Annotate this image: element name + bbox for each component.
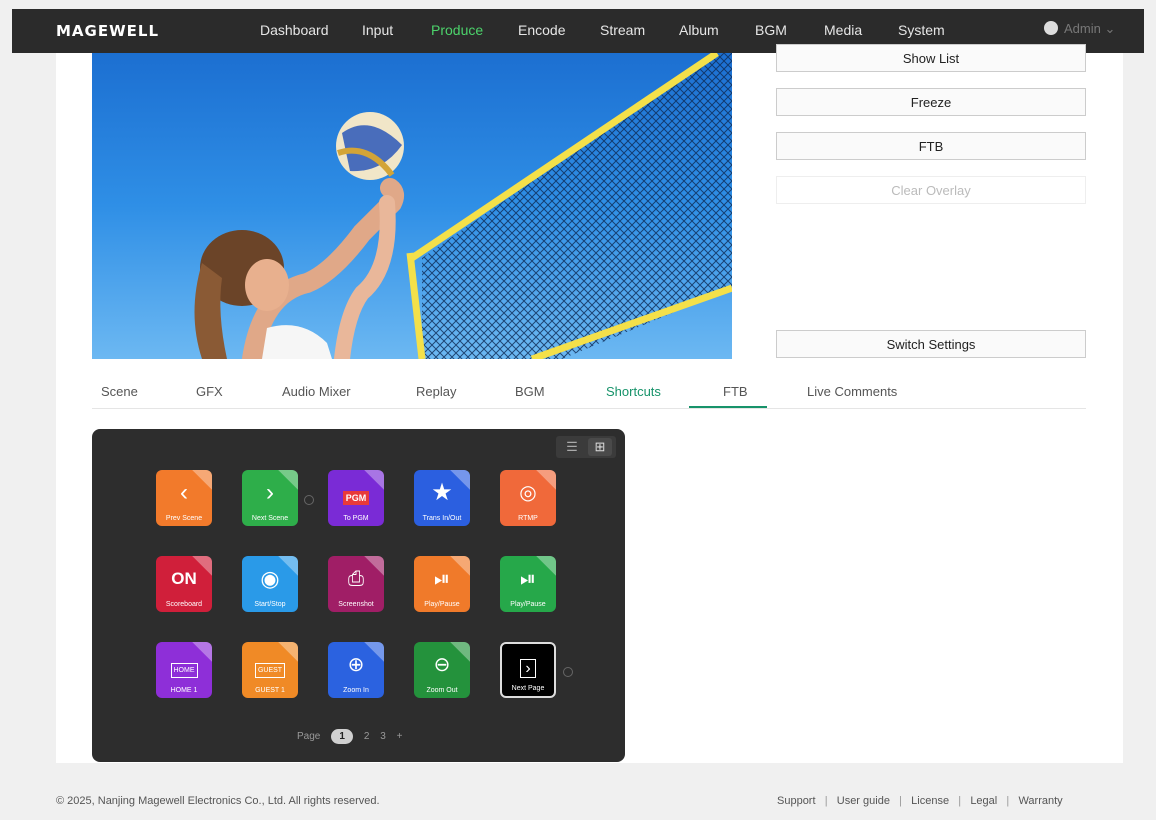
shortcut-label: HOME 1 xyxy=(170,687,198,694)
footer-links: Support | User guide | License | Legal |… xyxy=(777,795,1063,807)
copyright-text: © 2025, Nanjing Magewell Electronics Co.… xyxy=(56,795,380,807)
shortcut-label: Trans In/Out xyxy=(422,515,462,522)
shortcut-label: Zoom Out xyxy=(426,687,458,694)
brand-logo: MAGEWELL xyxy=(56,22,160,40)
list-view-icon[interactable]: ☰ xyxy=(560,438,584,456)
tab-scene[interactable]: Scene xyxy=(101,384,138,399)
shortcut-zoom-in[interactable]: ⊕ Zoom In xyxy=(328,642,384,698)
tab-audio-mixer[interactable]: Audio Mixer xyxy=(282,384,351,399)
page-1-button[interactable]: 1 xyxy=(331,729,354,744)
shortcut-start-stop[interactable]: ◉ Start/Stop xyxy=(242,556,298,612)
shortcut-play-pause-2[interactable]: ⏯ Play/Pause xyxy=(500,556,556,612)
nav-encode[interactable]: Encode xyxy=(518,22,565,38)
shortcut-label: Play/Pause xyxy=(424,601,460,608)
nav-input[interactable]: Input xyxy=(362,22,393,38)
shortcut-next-scene[interactable]: › Next Scene xyxy=(242,470,298,526)
volleyball-image xyxy=(194,53,732,359)
shortcut-scoreboard[interactable]: ON Scoreboard xyxy=(156,556,212,612)
shortcut-label: Next Page xyxy=(511,685,545,692)
shortcut-next-page[interactable]: › Next Page xyxy=(500,642,556,698)
active-tab-indicator xyxy=(689,406,767,408)
page-3-button[interactable]: 3 xyxy=(380,731,386,742)
nav-stream[interactable]: Stream xyxy=(600,22,645,38)
shortcut-label: Play/Pause xyxy=(510,601,546,608)
pgm-icon: PGM xyxy=(342,491,370,505)
user-avatar-icon xyxy=(1044,21,1058,35)
shortcut-to-pgm[interactable]: PGM To PGM xyxy=(328,470,384,526)
next-page-icon: › xyxy=(520,659,536,678)
add-page-button[interactable]: + xyxy=(397,731,403,742)
shortcut-label: Prev Scene xyxy=(165,515,203,522)
show-list-button[interactable]: Show List xyxy=(776,44,1086,72)
freeze-button[interactable]: Freeze xyxy=(776,88,1086,116)
nav-bgm[interactable]: BGM xyxy=(755,22,787,38)
shortcut-label: Scoreboard xyxy=(165,601,203,608)
zoom-out-icon: ⊖ xyxy=(433,654,451,676)
shortcut-play-pause-1[interactable]: ⏯ Play/Pause xyxy=(414,556,470,612)
shortcut-label: Screenshot xyxy=(338,601,374,608)
nav-dashboard[interactable]: Dashboard xyxy=(260,22,329,38)
tab-bgm[interactable]: BGM xyxy=(515,384,545,399)
record-icon: ◉ xyxy=(260,566,280,591)
shortcut-label: Start/Stop xyxy=(254,601,286,608)
zoom-in-icon: ⊕ xyxy=(347,654,365,676)
chevron-right-icon: › xyxy=(266,479,274,506)
shortcut-label: RTMP xyxy=(518,515,538,522)
warranty-link[interactable]: Warranty xyxy=(1018,795,1062,807)
shortcut-label: Zoom In xyxy=(343,687,369,694)
nav-produce[interactable]: Produce xyxy=(431,22,483,38)
on-icon: ON xyxy=(171,569,197,588)
shortcut-guest-1[interactable]: GUEST GUEST 1 xyxy=(242,642,298,698)
footer-separator: | xyxy=(893,795,909,807)
nav-system[interactable]: System xyxy=(898,22,945,38)
shortcut-trans-in-out[interactable]: ★ Trans In/Out xyxy=(414,470,470,526)
broadcast-icon: ◎ xyxy=(519,482,537,504)
footer-separator: | xyxy=(818,795,834,807)
gear-icon[interactable] xyxy=(304,495,314,505)
tab-live-comments[interactable]: Live Comments xyxy=(807,384,897,399)
program-preview xyxy=(92,53,732,359)
chevron-left-icon: ‹ xyxy=(180,479,188,506)
star-icon: ★ xyxy=(431,479,453,506)
shortcut-rtmp[interactable]: ◎ RTMP xyxy=(500,470,556,526)
pager-label: Page xyxy=(297,731,321,742)
user-menu[interactable]: Admin ⌄ xyxy=(1044,21,1115,37)
page-pager: Page 1 2 3 + xyxy=(297,729,410,745)
shortcut-label: GUEST 1 xyxy=(255,687,285,694)
shortcut-label: To PGM xyxy=(343,515,369,522)
chevron-down-icon: ⌄ xyxy=(1100,21,1116,36)
support-link[interactable]: Support xyxy=(777,795,816,807)
nav-media[interactable]: Media xyxy=(824,22,862,38)
clear-overlay-button[interactable]: Clear Overlay xyxy=(776,176,1086,204)
play-pause-icon: ⏯ xyxy=(434,568,450,590)
license-link[interactable]: License xyxy=(911,795,949,807)
grid-view-icon[interactable]: ⊞ xyxy=(588,438,612,456)
produce-tabs: Scene GFX Audio Mixer Replay BGM Shortcu… xyxy=(92,382,1086,409)
shortcut-zoom-out[interactable]: ⊖ Zoom Out xyxy=(414,642,470,698)
nav-album[interactable]: Album xyxy=(679,22,719,38)
tab-gfx[interactable]: GFX xyxy=(196,384,223,399)
view-toggle: ☰ ⊞ xyxy=(556,436,616,458)
user-guide-link[interactable]: User guide xyxy=(837,795,890,807)
shortcut-prev-scene[interactable]: ‹ Prev Scene xyxy=(156,470,212,526)
footer-separator: | xyxy=(1000,795,1016,807)
user-name: Admin xyxy=(1064,21,1101,36)
tab-replay[interactable]: Replay xyxy=(416,384,456,399)
play-pause-icon: ⏯ xyxy=(520,568,536,590)
shortcut-label: Next Scene xyxy=(251,515,289,522)
guest-icon: GUEST xyxy=(254,663,286,678)
page-2-button[interactable]: 2 xyxy=(364,731,370,742)
shortcut-home-1[interactable]: HOME HOME 1 xyxy=(156,642,212,698)
tab-ftb[interactable]: FTB xyxy=(723,384,748,399)
ftb-button[interactable]: FTB xyxy=(776,132,1086,160)
camera-icon: ⎙ xyxy=(348,568,364,590)
shortcuts-panel: ☰ ⊞ ‹ Prev Scene › Next Scene PGM To PGM… xyxy=(92,429,625,762)
gear-icon[interactable] xyxy=(563,667,573,677)
shortcut-screenshot[interactable]: ⎙ Screenshot xyxy=(328,556,384,612)
switch-settings-button[interactable]: Switch Settings xyxy=(776,330,1086,358)
tab-shortcuts[interactable]: Shortcuts xyxy=(606,384,661,399)
footer-separator: | xyxy=(952,795,968,807)
legal-link[interactable]: Legal xyxy=(970,795,997,807)
home-icon: HOME xyxy=(170,663,198,678)
